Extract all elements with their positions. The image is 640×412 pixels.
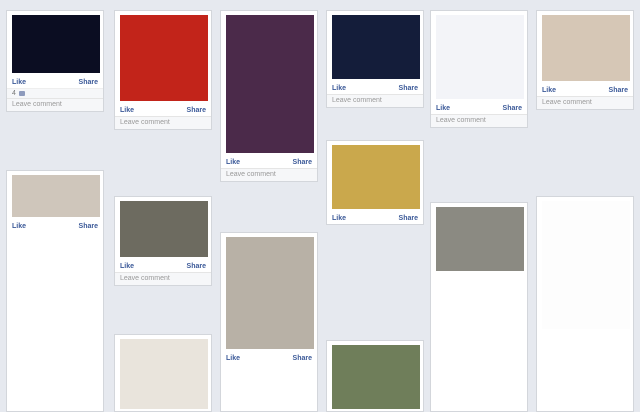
like-icon [18,90,25,96]
leave-comment-field[interactable]: Leave comment [431,114,527,127]
drawing-photo[interactable] [542,201,630,329]
comic-photo[interactable] [226,15,314,153]
like-link[interactable]: Like [12,79,26,86]
post-card [326,340,424,412]
post-actions: Like Share [7,221,103,232]
post-actions: Like Share [221,157,317,168]
post-card [114,334,212,412]
post-actions: Like Share [115,105,211,116]
post-card: Like Share Leave comment [430,10,528,128]
post-card [536,196,634,412]
like-link[interactable]: Like [332,215,346,222]
post-card: Like Share [6,170,104,412]
share-link[interactable]: Share [609,87,628,94]
leave-comment-field[interactable]: Leave comment [115,272,211,285]
post-caption [537,329,633,333]
like-link[interactable]: Like [120,263,134,270]
share-link[interactable]: Share [187,107,206,114]
like-count: 4 [7,88,103,98]
cat-photo[interactable] [226,237,314,349]
like-link[interactable]: Like [226,355,240,362]
leave-comment-field[interactable]: Leave comment [327,94,423,107]
post-card: Like Share Leave comment [536,10,634,110]
fireworks-photo[interactable] [12,15,100,73]
share-link[interactable]: Share [79,223,98,230]
lantern-photo[interactable] [332,15,420,79]
post-card: Like Share Leave comment [220,10,318,182]
cat-photo[interactable] [12,175,100,217]
post-actions: Like Share [537,85,633,96]
like-link[interactable]: Like [12,223,26,230]
like-link[interactable]: Like [120,107,134,114]
post-actions: Like Share [221,353,317,364]
post-actions: Like Share [7,77,103,88]
post-card: Like Share Leave comment [326,10,424,108]
red-flower-photo[interactable] [120,15,208,101]
street-photo[interactable] [120,201,208,257]
post-actions: Like Share [431,103,527,114]
share-link[interactable]: Share [187,263,206,270]
leave-comment-field[interactable]: Leave comment [115,116,211,129]
post-card: Like Share [220,232,318,412]
share-link[interactable]: Share [399,85,418,92]
like-link[interactable]: Like [436,105,450,112]
like-link[interactable]: Like [332,85,346,92]
share-link[interactable]: Share [293,355,312,362]
share-link[interactable]: Share [79,79,98,86]
share-link[interactable]: Share [503,105,522,112]
suits-photo[interactable] [120,339,208,409]
post-card [430,202,528,412]
post-actions: Like Share [327,213,423,224]
share-link[interactable]: Share [399,215,418,222]
leave-comment-field[interactable]: Leave comment [7,98,103,111]
candy-box-photo[interactable] [332,145,420,209]
cat-photo[interactable] [436,207,524,271]
leave-comment-field[interactable]: Leave comment [537,96,633,109]
post-card: Like Share Leave comment [114,196,212,286]
post-caption [431,271,527,275]
like-link[interactable]: Like [226,159,240,166]
post-card: Like Share 4 Leave comment [6,10,104,112]
post-card: Like Share [326,140,424,225]
path-photo[interactable] [332,345,420,409]
leave-comment-field[interactable]: Leave comment [221,168,317,181]
like-link[interactable]: Like [542,87,556,94]
post-card: Like Share Leave comment [114,10,212,130]
cosplay-photo[interactable] [542,15,630,81]
share-link[interactable]: Share [293,159,312,166]
screenshot-photo[interactable] [436,15,524,99]
post-actions: Like Share [327,83,423,94]
post-actions: Like Share [115,261,211,272]
